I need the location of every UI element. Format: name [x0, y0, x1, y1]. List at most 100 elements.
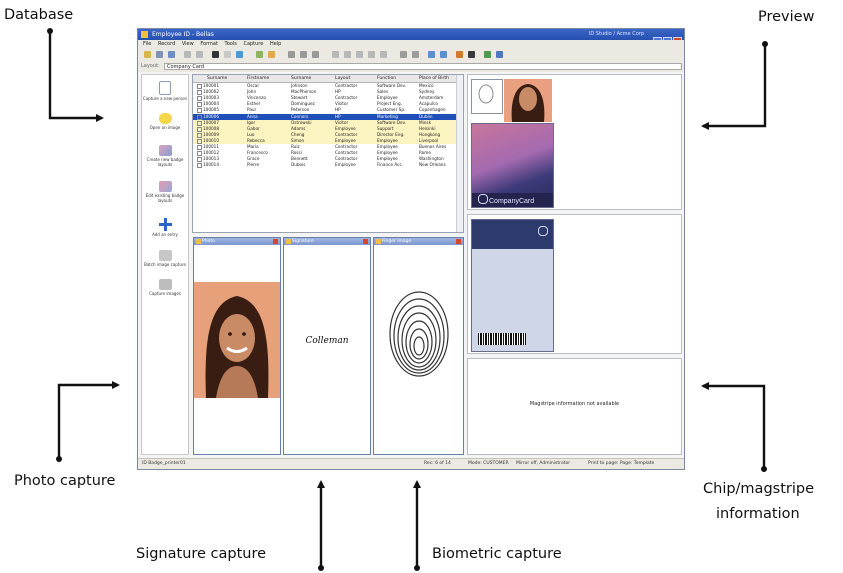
menu-help[interactable]: Help	[270, 41, 281, 47]
column-header[interactable]: Firstname	[247, 75, 269, 82]
new-icon[interactable]	[144, 51, 151, 58]
column-header[interactable]: Surname	[207, 75, 227, 82]
chip-magstripe-callout-line1: Chip/magstripe	[703, 481, 815, 497]
task-capture-new-person[interactable]: Capture a new person	[142, 81, 188, 101]
row-checkbox[interactable]	[197, 163, 202, 169]
flip-icon[interactable]	[380, 51, 387, 58]
table-row[interactable]: 100002 John MacPherson HP Sales Sydney	[193, 89, 463, 96]
table-cell: Employee	[377, 144, 398, 149]
table-cell: Employee	[377, 137, 398, 143]
menu-tools[interactable]: Tools	[225, 41, 237, 47]
table-cell: 100011	[203, 144, 219, 149]
menu-format[interactable]: Format	[200, 41, 218, 47]
grid-icon[interactable]	[412, 51, 419, 58]
search-icon[interactable]	[236, 51, 243, 58]
edit-badge-icon	[158, 181, 172, 192]
portrait-photo	[194, 282, 280, 398]
help-icon[interactable]	[496, 51, 503, 58]
align-icon[interactable]	[400, 51, 407, 58]
table-cell: Simon	[291, 137, 305, 143]
table-cell: Francesco	[247, 150, 268, 156]
photo-capture-panel: Photo	[193, 237, 281, 455]
sort-icon[interactable]	[256, 51, 263, 58]
first-record-icon[interactable]	[212, 51, 219, 58]
task-batch-capture[interactable]: Batch image capture	[142, 250, 188, 267]
status-printer: ID Badge_printer01	[142, 461, 186, 466]
preview-callout: Preview	[758, 9, 815, 25]
task-open-image[interactable]: Open an image	[142, 113, 188, 130]
card-front-preview[interactable]: CompanyCard	[471, 123, 554, 208]
table-cell: Adams	[291, 125, 306, 131]
folder-icon[interactable]	[268, 51, 275, 58]
zoom-in-icon[interactable]	[344, 51, 351, 58]
photo-dot	[56, 456, 62, 462]
signature-capture-callout: Signature capture	[136, 546, 267, 562]
menu-file[interactable]: File	[143, 41, 151, 47]
table-row[interactable]: 100010 Rebecca Simon Employee Employee Liverp…	[193, 137, 463, 144]
table-cell: Sales	[377, 89, 389, 95]
close-icon[interactable]	[273, 239, 278, 244]
back-icon[interactable]	[184, 51, 191, 58]
column-header[interactable]: Surname	[291, 75, 311, 82]
thumbnail-photo[interactable]	[471, 79, 503, 114]
menu-capture[interactable]: Capture	[243, 41, 263, 47]
rotate-icon[interactable]	[368, 51, 375, 58]
zoom-out-icon[interactable]	[356, 51, 363, 58]
open-icon[interactable]	[156, 51, 163, 58]
table-row[interactable]: 100005 Paul Peterson HP Customer Sp. Copenhag…	[193, 107, 463, 114]
table-cell: Employee	[335, 137, 356, 143]
paste-icon[interactable]	[312, 51, 319, 58]
table-row[interactable]: 100008 Gabor Adams Employee Support Helsinki	[193, 125, 463, 132]
status-bar: ID Badge_printer01 Rec: 6 of 14 Mode: CU…	[138, 458, 684, 469]
print-preview-icon[interactable]	[428, 51, 435, 58]
table-row[interactable]: 100014 Pierre Dubois Employee Finance Acc. Ne…	[193, 162, 463, 169]
app-icon	[141, 31, 148, 38]
task-label: Capture a new person	[142, 96, 188, 101]
barcode	[478, 333, 526, 345]
table-row[interactable]: 100012 Francesco Rossi Contractor Employee Ro…	[193, 150, 463, 157]
save-icon[interactable]	[168, 51, 175, 58]
thumbnail-portrait[interactable]	[504, 79, 552, 122]
table-cell: Grace	[247, 156, 260, 162]
cut-icon[interactable]	[288, 51, 295, 58]
table-cell: Paul	[247, 107, 256, 113]
close-icon[interactable]	[363, 239, 368, 244]
table-row[interactable]: 100007 Igor Ostrowski Visitor Software Dev. M…	[193, 119, 463, 126]
forward-icon[interactable]	[196, 51, 203, 58]
menu-view[interactable]: View	[182, 41, 194, 47]
task-edit-layouts[interactable]: Edit existing badge layouts	[142, 181, 188, 203]
column-header[interactable]: Layout	[335, 75, 350, 82]
print-icon[interactable]	[456, 51, 463, 58]
database-panel: Surname Firstname Surname Layout Functio…	[192, 74, 464, 233]
table-row[interactable]: 100013 Grace Bennett Contractor Employee Wash…	[193, 156, 463, 163]
table-row[interactable]: 100001 Oscar Johnson Contractor Software Dev…	[193, 83, 463, 89]
scrollbar[interactable]	[456, 75, 463, 232]
photo-arrow	[57, 381, 120, 459]
settings-icon[interactable]	[484, 51, 491, 58]
table-cell: Dublin	[419, 113, 433, 119]
table-row[interactable]: 100003 Vincenzo Stewart Contractor Employee A…	[193, 95, 463, 102]
table-cell: 100005	[203, 107, 219, 113]
table-row[interactable]: 100006 Anna Connors HP Marketing Dublin	[193, 113, 463, 120]
menu-bar: File Record View Format Tools Capture He…	[138, 40, 684, 48]
layout-field[interactable]: Company Card	[164, 63, 682, 70]
signature-image: Colleman	[305, 336, 349, 346]
table-cell: Contractor	[335, 131, 358, 137]
copy-icon[interactable]	[300, 51, 307, 58]
edit-icon[interactable]	[332, 51, 339, 58]
column-header[interactable]: Place of Birth	[419, 75, 449, 82]
task-add-entry[interactable]: Add an entry	[142, 218, 188, 237]
check-icon[interactable]	[440, 51, 447, 58]
table-row[interactable]: 100009 Luo Cheng Contractor Director Eng. Hon…	[193, 131, 463, 138]
close-icon[interactable]	[456, 239, 461, 244]
card-back-preview[interactable]	[471, 219, 554, 352]
menu-record[interactable]: Record	[158, 41, 175, 47]
task-capture-images[interactable]: Capture images	[142, 279, 188, 296]
task-create-layouts[interactable]: Create new badge layouts	[142, 145, 188, 167]
encode-icon[interactable]	[468, 51, 475, 58]
filter-icon[interactable]	[224, 51, 231, 58]
column-header[interactable]: Function	[377, 75, 396, 82]
table-row[interactable]: 100004 Esther Dominguez Visitor Project Eng.…	[193, 101, 463, 108]
task-label: Open an image	[149, 125, 181, 130]
table-row[interactable]: 100011 Maria Ruiz Contractor Employee Buenos …	[193, 144, 463, 150]
